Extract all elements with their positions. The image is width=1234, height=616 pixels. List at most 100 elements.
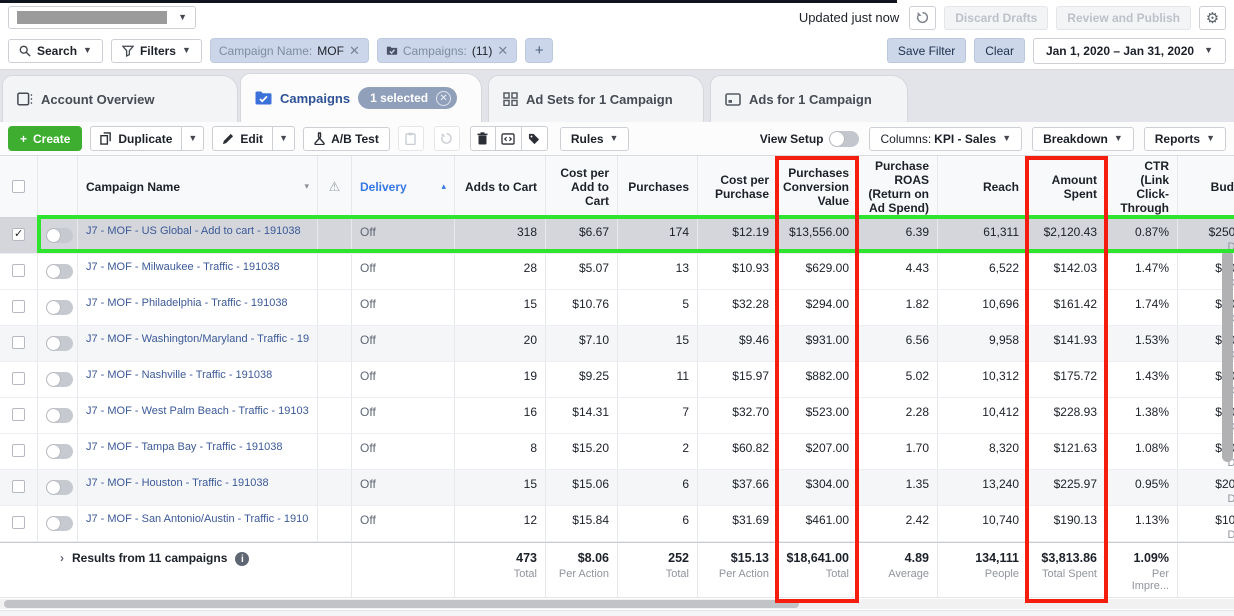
tab-campaigns[interactable]: Campaigns 1 selected ✕ (240, 73, 482, 122)
vertical-scrollbar-thumb[interactable] (1222, 250, 1233, 462)
campaign-name-link[interactable]: J7 - MOF - San Antonio/Austin - Traffic … (86, 513, 309, 525)
reports-dropdown[interactable]: Reports▼ (1144, 127, 1226, 151)
table-row[interactable]: J7 - MOF - Washington/Maryland - Traffic… (0, 326, 1234, 362)
tag-button[interactable] (522, 126, 548, 151)
search-dropdown[interactable]: Search▼ (8, 39, 103, 63)
column-header-delivery[interactable]: Delivery ▴ (352, 156, 455, 217)
table-row[interactable]: J7 - MOF - San Antonio/Austin - Traffic … (0, 506, 1234, 542)
campaign-name-link[interactable]: J7 - MOF - Houston - Traffic - 191038 (86, 477, 309, 489)
horizontal-scrollbar-thumb[interactable] (4, 600, 799, 608)
account-selector[interactable]: ▼ (8, 6, 196, 29)
row-checkbox[interactable] (12, 336, 25, 349)
info-icon[interactable]: i (235, 552, 249, 566)
amount-spent-cell: $228.93 (1028, 398, 1106, 433)
column-header-purchases-conversion-value[interactable]: Purchases Conversion Value (778, 156, 858, 217)
ab-test-button[interactable]: A/B Test (303, 127, 390, 151)
campaign-status-toggle[interactable] (46, 372, 73, 387)
preview-button[interactable] (496, 126, 522, 151)
campaign-name-link[interactable]: J7 - MOF - Washington/Maryland - Traffic… (86, 333, 309, 345)
campaign-name-link[interactable]: J7 - MOF - Milwaukee - Traffic - 191038 (86, 261, 309, 273)
save-filter-button[interactable]: Save Filter (887, 38, 966, 63)
column-header-issues[interactable]: ⚠ (318, 156, 352, 217)
date-range-selector[interactable]: Jan 1, 2020 – Jan 31, 2020 ▼ (1033, 38, 1226, 64)
create-button[interactable]: + Create (8, 126, 82, 151)
tab-ad-sets[interactable]: Ad Sets for 1 Campaign (488, 75, 704, 122)
campaign-status-toggle[interactable] (46, 480, 73, 495)
column-header-cost-per-purchase[interactable]: Cost per Purchase (698, 156, 778, 217)
refresh-button[interactable] (909, 6, 936, 30)
table-row[interactable]: J7 - MOF - Nashville - Traffic - 191038 … (0, 362, 1234, 398)
campaign-name-link[interactable]: J7 - MOF - US Global - Add to cart - 191… (86, 225, 309, 237)
row-checkbox[interactable] (12, 264, 25, 277)
breakdown-dropdown[interactable]: Breakdown▼ (1032, 127, 1134, 151)
column-header-cost-per-add-to-cart[interactable]: Cost per Add to Cart (546, 156, 618, 217)
delete-button[interactable] (470, 126, 496, 151)
row-checkbox[interactable] (12, 228, 25, 241)
columns-dropdown[interactable]: Columns: KPI - Sales ▼ (869, 127, 1022, 151)
budget-cell[interactable]: $10.00 Daily (1178, 506, 1234, 541)
purchases-cell: 13 (618, 254, 698, 289)
campaign-name-link[interactable]: J7 - MOF - Tampa Bay - Traffic - 191038 (86, 441, 309, 453)
remove-filter-icon[interactable]: ✕ (497, 43, 508, 59)
column-header-campaign-name[interactable]: Campaign Name ▾ (78, 156, 318, 217)
select-all-checkbox[interactable] (12, 180, 25, 193)
row-checkbox[interactable] (12, 480, 25, 493)
clear-filters-button[interactable]: Clear (974, 38, 1025, 63)
campaign-name-link[interactable]: J7 - MOF - West Palm Beach - Traffic - 1… (86, 405, 309, 417)
row-checkbox[interactable] (12, 444, 25, 457)
edit-button[interactable]: Edit ▼ (212, 126, 295, 151)
row-checkbox[interactable] (12, 300, 25, 313)
filters-dropdown[interactable]: Filters▼ (111, 39, 202, 63)
trash-icon (477, 132, 488, 145)
table-row[interactable]: J7 - MOF - Milwaukee - Traffic - 191038 … (0, 254, 1234, 290)
add-filter-button[interactable]: + (525, 38, 553, 63)
campaign-status-toggle[interactable] (46, 300, 73, 315)
table-row[interactable]: J7 - MOF - West Palm Beach - Traffic - 1… (0, 398, 1234, 434)
purchases-conversion-value-cell: $13,556.00 (778, 218, 858, 253)
filter-chip-campaigns[interactable]: Campaigns: (11) ✕ (377, 38, 517, 63)
campaign-status-toggle[interactable] (46, 516, 73, 531)
budget-cell[interactable]: $250.00 Daily (1178, 218, 1234, 253)
column-header-budget[interactable]: Budget (1178, 156, 1234, 217)
column-header-purchases[interactable]: Purchases (618, 156, 698, 217)
delivery-cell: Off (352, 290, 455, 325)
clear-selection-icon[interactable]: ✕ (436, 91, 451, 106)
column-header-amount-spent[interactable]: Amount Spent (1028, 156, 1106, 217)
table-row[interactable]: J7 - MOF - Tampa Bay - Traffic - 191038 … (0, 434, 1234, 470)
view-setup-toggle[interactable] (829, 131, 859, 147)
column-header-reach[interactable]: Reach (938, 156, 1028, 217)
campaign-status-toggle[interactable] (46, 336, 73, 351)
campaign-status-toggle[interactable] (46, 444, 73, 459)
campaign-status-toggle[interactable] (46, 264, 73, 279)
remove-filter-icon[interactable]: ✕ (349, 43, 360, 59)
column-header-adds-to-cart[interactable]: Adds to Cart (455, 156, 546, 217)
campaign-name-link[interactable]: J7 - MOF - Philadelphia - Traffic - 1910… (86, 297, 309, 309)
revert-button[interactable] (434, 126, 460, 151)
review-and-publish-button[interactable]: Review and Publish (1056, 6, 1191, 30)
row-checkbox[interactable] (12, 408, 25, 421)
campaign-status-toggle[interactable] (46, 408, 73, 423)
table-row[interactable]: J7 - MOF - US Global - Add to cart - 191… (0, 218, 1234, 254)
cost-per-add-to-cart-cell: $9.25 (546, 362, 618, 397)
expand-results-chevron[interactable]: › (60, 551, 64, 565)
settings-button[interactable]: ⚙ (1199, 6, 1226, 30)
ads-card-icon (725, 93, 741, 106)
edit-dropdown-arrow[interactable]: ▼ (272, 127, 294, 150)
tab-ads[interactable]: Ads for 1 Campaign (710, 75, 908, 122)
table-row[interactable]: J7 - MOF - Philadelphia - Traffic - 1910… (0, 290, 1234, 326)
discard-drafts-button[interactable]: Discard Drafts (944, 6, 1048, 30)
rules-dropdown[interactable]: Rules▼ (560, 127, 630, 151)
column-header-purchase-roas[interactable]: Purchase ROAS (Return on Ad Spend) (858, 156, 938, 217)
row-checkbox[interactable] (12, 516, 25, 529)
clipboard-button[interactable] (398, 126, 424, 151)
campaign-name-link[interactable]: J7 - MOF - Nashville - Traffic - 191038 (86, 369, 309, 381)
budget-cell[interactable]: $20.00 Daily (1178, 470, 1234, 505)
tab-account-overview[interactable]: Account Overview (2, 75, 238, 122)
row-checkbox[interactable] (12, 372, 25, 385)
duplicate-button[interactable]: Duplicate ▼ (90, 126, 204, 151)
campaign-status-toggle[interactable] (46, 228, 73, 243)
filter-chip-campaign-name[interactable]: Campaign Name: MOF ✕ (210, 38, 369, 63)
duplicate-dropdown-arrow[interactable]: ▼ (181, 127, 203, 150)
table-row[interactable]: J7 - MOF - Houston - Traffic - 191038 Of… (0, 470, 1234, 506)
column-header-ctr[interactable]: CTR (Link Click-Through (1106, 156, 1178, 217)
